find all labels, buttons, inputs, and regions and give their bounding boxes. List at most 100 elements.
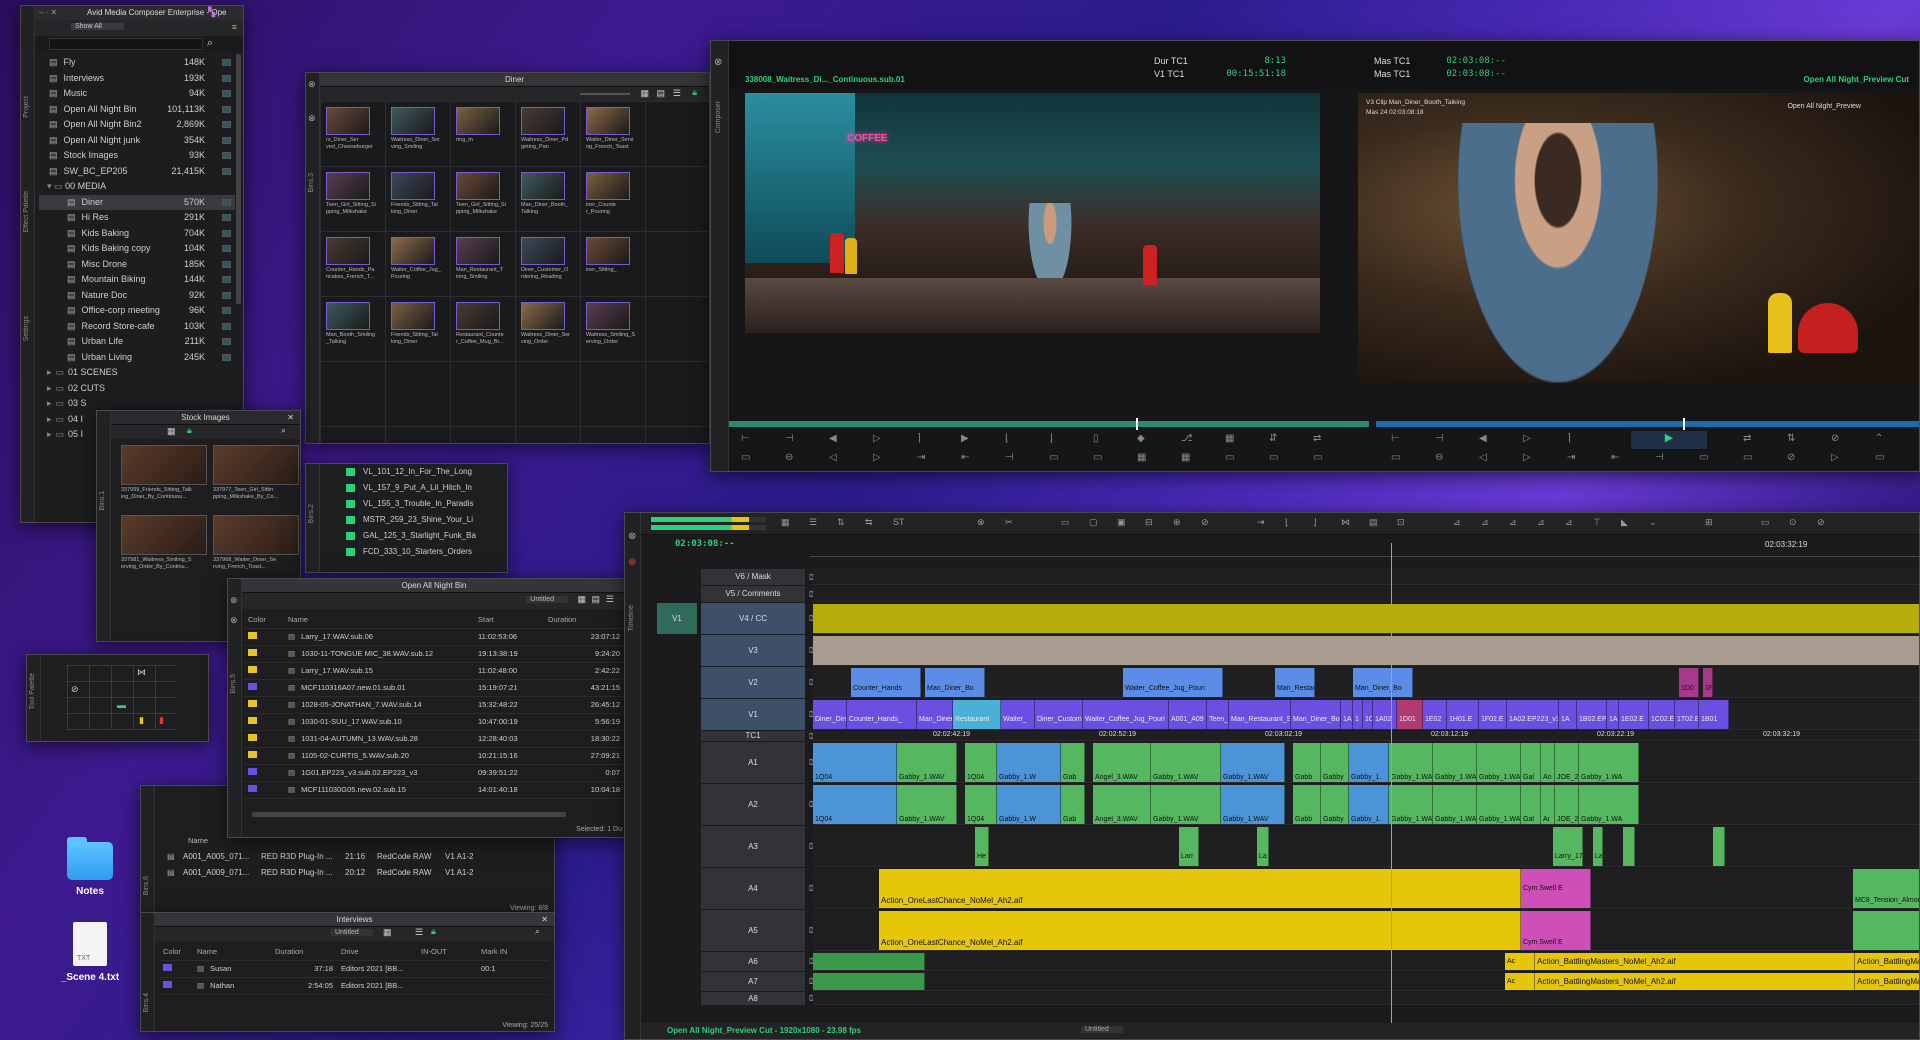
transport-button[interactable]: ◁ [1479, 452, 1487, 463]
close-icon[interactable]: ⊗ [628, 557, 636, 568]
timeline-tool-button[interactable]: ✂ [1005, 517, 1013, 528]
text-view-icon[interactable]: ☰ [673, 88, 681, 99]
transport-button[interactable]: ▦ [1225, 433, 1234, 444]
timeline-clip[interactable]: JOE_2 [1555, 785, 1579, 824]
timeline-tool-button[interactable]: ⊿ [1565, 517, 1573, 528]
col-duration[interactable]: Duration [271, 943, 337, 960]
side-tab-bins6[interactable]: Bins.6 [143, 876, 150, 895]
timeline-clip[interactable]: Counter_Hands [851, 668, 921, 697]
red-mark-icon[interactable]: ▮ [159, 715, 164, 726]
transport-button[interactable]: ⊖ [785, 452, 793, 463]
timeline-clip[interactable]: 1D01 [1397, 700, 1423, 729]
music-item[interactable]: VL_157_9_Put_A_Lil_Hitch_In [346, 480, 507, 496]
search-icon[interactable]: ⌕ [281, 425, 286, 436]
bin-item[interactable]: ▤ SW_BC_EP205 21,415K [39, 164, 235, 180]
timeline-clip[interactable] [813, 973, 925, 990]
track-header-v1[interactable]: V1 [701, 699, 805, 730]
transport-button[interactable]: ▷ [1523, 452, 1531, 463]
timeline-tool-button[interactable]: ⊿ [1509, 517, 1517, 528]
source-track-v1[interactable]: V1 [657, 603, 697, 634]
transport-button[interactable]: ⇄ [1743, 433, 1751, 444]
transport-button[interactable]: ⊘ [1831, 433, 1839, 444]
table-row[interactable]: ▤ 1105-02-CURTIS_5.WAV.sub.20 10:21:15:16 2… [244, 747, 624, 764]
timeline-tool-button[interactable]: ⊟ [1145, 517, 1153, 528]
media-folder[interactable]: ▾ ▭ 00 MEDIA [39, 179, 235, 195]
side-tab-composer[interactable]: Composer [715, 101, 722, 133]
timeline-clip[interactable]: Teen_ [1207, 700, 1229, 729]
transport-button[interactable]: ▷ [873, 452, 881, 463]
record-monitor[interactable]: V3 Clip Man_Diner_Booth_Talking Mas 24 0… [1358, 93, 1919, 383]
timeline-tool-button[interactable]: ⋈ [1341, 517, 1350, 528]
record-sequence-name[interactable]: Open All Night_Preview Cut [1804, 75, 1910, 84]
search-icon[interactable]: ⌕ [207, 37, 213, 50]
side-tab-bins5[interactable]: Bins.5 [230, 674, 237, 693]
music-item[interactable]: MSTR_259_23_Shine_Your_Li [346, 512, 507, 528]
script-view-icon[interactable]: ▤ [591, 594, 600, 605]
clip-thumbnail[interactable] [456, 237, 500, 265]
bin-item[interactable]: ▤ Nature Doc 92K [39, 288, 235, 304]
timeline-clip[interactable]: Waiter_ [1001, 700, 1035, 729]
timeline-clip[interactable]: Gabby_1.WAV [897, 743, 957, 782]
timeline-clip[interactable]: 1T02.E [1675, 700, 1699, 729]
close-icon[interactable]: ✕ [287, 411, 294, 425]
bin-view-dropdown[interactable]: Untitled [331, 929, 373, 936]
timeline-clip[interactable]: Gabby_1.WAV [1151, 785, 1221, 824]
transport-button[interactable]: ⊣ [1435, 433, 1444, 444]
col-drive[interactable]: Drive [337, 943, 417, 960]
music-item[interactable]: VL_101_12_In_For_The_Long [346, 464, 507, 480]
timeline-clip[interactable] [813, 953, 925, 970]
bin-item[interactable]: ▤ Kids Baking 704K [39, 226, 235, 242]
timeline-clip[interactable]: Gabby_1.WAV [1151, 743, 1221, 782]
transport-button[interactable]: ▭ [1093, 452, 1102, 463]
source-position-indicator[interactable] [1136, 418, 1138, 430]
close-icon[interactable]: ⊗ [308, 113, 316, 124]
timeline-clip[interactable]: Cym Swell E [1521, 869, 1591, 908]
timeline-tool-button[interactable]: ⊡ [1397, 517, 1405, 528]
timeline-clip[interactable]: Gabby_1.WAV [1221, 743, 1285, 782]
table-row[interactable]: ▤ 1030-11-TONGUE MIC_38.WAV.sub.12 19:13:3… [244, 645, 624, 662]
timeline-clip[interactable]: Action_BattlingMasters_NoMel_Ah2.aif [1535, 973, 1855, 990]
bin-item[interactable]: ▤ Kids Baking copy 104K [39, 241, 235, 257]
bin-item[interactable]: ▤ Open All Night junk 354K [39, 133, 235, 149]
timeline-tool-button[interactable]: ⊞ [1705, 517, 1713, 528]
timeline-tool-button[interactable]: ⌊ [1285, 517, 1289, 528]
table-row[interactable]: ▤ A001_A009_071... RED R3D Plug-In ... 20:1… [167, 865, 548, 881]
frame-view-icon[interactable]: ▦ [640, 88, 649, 99]
transport-button[interactable]: ▦ [1181, 452, 1190, 463]
transport-button[interactable]: ⊣ [1655, 452, 1664, 463]
folder-item[interactable]: ▸ ▭ 01 SCENES [39, 365, 235, 381]
clip-thumbnail[interactable] [326, 172, 370, 200]
side-tab-effect-palette[interactable]: Effect Palette [23, 191, 30, 233]
source-monitor[interactable]: COFFEE [745, 93, 1320, 333]
record-position-bar[interactable] [1376, 421, 1919, 427]
timeline-clip[interactable]: 1Q04 [813, 743, 897, 782]
timeline-clip[interactable]: Man_Restaurant_S [1275, 668, 1315, 697]
col-duration[interactable]: Duration [544, 611, 624, 628]
frame-view-icon[interactable]: ▦ [383, 927, 392, 938]
timeline-tool-button[interactable]: ⊘ [1201, 517, 1209, 528]
clip-thumbnail[interactable] [456, 107, 500, 135]
table-row[interactable]: ▤ MCF111030G05.new.02.sub.15 14:01:40:18 10… [244, 781, 624, 798]
transport-button[interactable]: ▭ [1313, 452, 1322, 463]
bin-item[interactable]: ▤ Open All Night Bin 101,113K [39, 102, 235, 118]
side-tab-bins3[interactable]: Bins.3 [308, 173, 315, 192]
clip-thumbnail[interactable] [456, 302, 500, 330]
timeline-tool-button[interactable]: ⇅ [837, 517, 845, 528]
yellow-mark-icon[interactable]: ▮ [139, 715, 144, 726]
side-tab-tool-palette[interactable]: Tool Palette [29, 673, 36, 710]
table-row[interactable]: ▤ 1028-05-JONATHAN_7.WAV.sub.14 15:32:48:2… [244, 696, 624, 713]
track-header-tc1[interactable]: TC1 [701, 731, 805, 741]
table-row[interactable]: ▤ Susan 37:18 Editors 2021 [BB... 00:1 [159, 960, 549, 977]
transport-button[interactable]: ▭ [1743, 452, 1752, 463]
transport-button[interactable]: ◆ [1137, 433, 1145, 444]
timeline-clip[interactable]: 1A [1559, 700, 1577, 729]
timeline-clip[interactable]: Action_BattlingMaste [1855, 953, 1919, 970]
fast-menu-icon[interactable]: ▚ [208, 7, 215, 18]
timeline-clip[interactable]: Angel_3.WAV [1093, 743, 1151, 782]
timeline-clip[interactable]: 1A [1341, 700, 1353, 729]
timeline-clip[interactable]: Ar [1541, 785, 1555, 824]
table-row[interactable]: ▤ 1030-01-SUU_17.WAV.sub.10 10:47:00:19 5:5… [244, 713, 624, 730]
transport-button[interactable]: ▭ [741, 452, 750, 463]
close-icon[interactable]: ⊗ [230, 615, 238, 626]
timeline-clip[interactable]: MC8_Tension_Almond [1853, 869, 1919, 908]
